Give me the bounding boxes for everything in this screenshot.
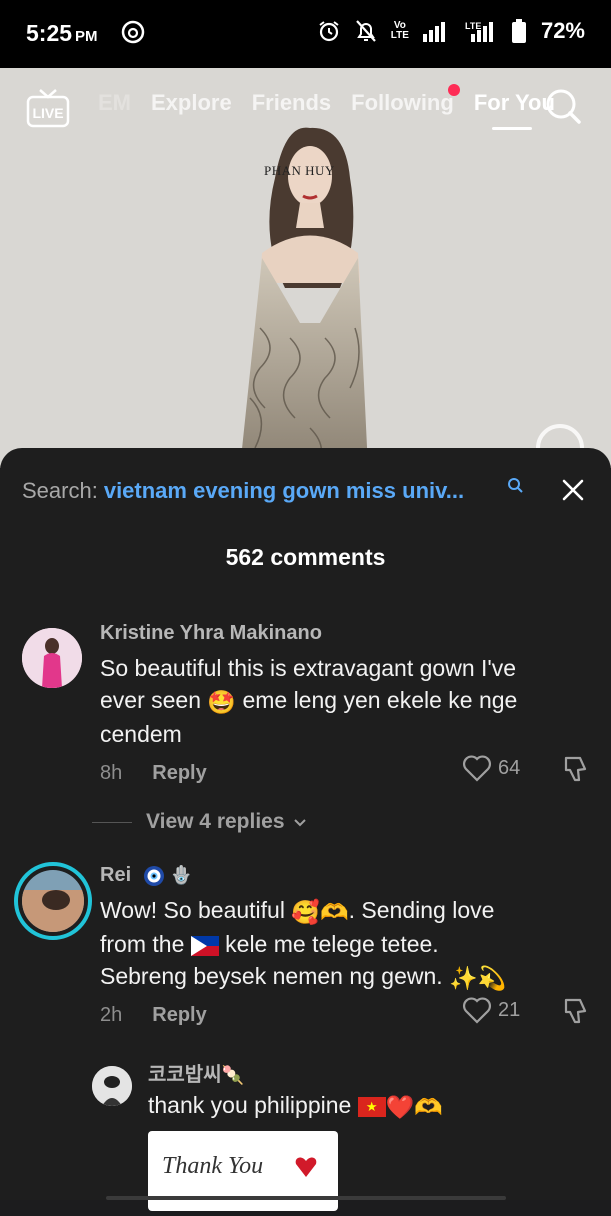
avatar-story-ring[interactable] <box>14 862 92 940</box>
comment-count: 562 comments <box>225 544 386 570</box>
volte-indicator: Vo LTE <box>390 20 409 41</box>
lte-signal-icon: LTE <box>465 21 493 42</box>
search-suggestion[interactable]: Search: vietnam evening gown miss univ... <box>22 478 464 504</box>
dislike-icon[interactable] <box>560 754 590 784</box>
divider <box>92 821 132 823</box>
avatar[interactable] <box>92 1066 132 1106</box>
threads-icon <box>121 20 145 44</box>
status-icons: Vo LTE LTE 72% <box>317 18 585 44</box>
alarm-icon <box>319 21 339 42</box>
feed-tabs: EM Explore Friends Following For You <box>98 84 555 130</box>
vietnam-flag-icon: ★ <box>357 1096 386 1117</box>
comment-meta: 2h Reply <box>100 1004 207 1027</box>
tab-explore[interactable]: Explore <box>151 90 232 116</box>
notification-dot <box>447 84 460 96</box>
comment-time: 8h <box>100 762 123 784</box>
view-replies-label: View 4 replies <box>146 810 285 833</box>
dizzy-emoji: 💫 <box>477 964 507 991</box>
like-button[interactable]: 64 <box>462 754 520 782</box>
dislike-icon[interactable] <box>560 996 590 1026</box>
view-replies-button[interactable]: View 4 replies <box>92 810 309 834</box>
home-indicator <box>106 1196 506 1200</box>
heart-icon <box>463 997 491 1024</box>
comment-text-line: So beautiful this is extravagant gown I'… <box>100 655 517 681</box>
thank-you-text: Thank You <box>162 1153 263 1179</box>
search-icon[interactable] <box>543 86 583 126</box>
comment-text-line: Wow! So beautiful 🥰🫶. Sending love <box>100 894 590 928</box>
reply-text: thank you philippine ★ ❤️🫶 <box>148 1089 443 1123</box>
comment-text-line: Sebreng beysek nemen ng gewn. ✨💫 <box>100 960 590 994</box>
avatar-image <box>22 628 82 688</box>
reply-username-label: 코코밥씨 <box>148 1064 222 1086</box>
like-button[interactable]: 21 <box>462 996 520 1024</box>
philippines-flag-icon <box>190 935 219 956</box>
comment-text-line: from the kele me telege tetee. <box>100 930 439 957</box>
reply-button[interactable]: Reply <box>152 1004 206 1026</box>
like-count: 64 <box>498 756 521 779</box>
svg-text:LIVE: LIVE <box>32 105 63 121</box>
comment-username[interactable]: Rei 🪬 <box>100 864 193 887</box>
search-query[interactable]: vietnam evening gown miss univ... <box>104 478 464 503</box>
bell-off-icon <box>355 20 376 42</box>
avatar-image <box>22 870 84 932</box>
reply-username[interactable]: 코코밥씨🍡 <box>148 1058 244 1087</box>
reply-button[interactable]: Reply <box>152 762 206 784</box>
tab-em[interactable]: EM <box>98 90 131 116</box>
battery-icon <box>511 19 526 43</box>
hamsa-icon: 🪬 <box>170 865 193 886</box>
avatar[interactable] <box>22 628 82 688</box>
sparkles-emoji: ✨ <box>449 964 478 991</box>
tab-friends[interactable]: Friends <box>252 90 331 116</box>
smiling-hearts-emoji: 🥰 <box>291 898 320 925</box>
battery-percent: 72% <box>540 18 585 43</box>
status-time: 5:25 PM <box>26 20 98 46</box>
signal-icon <box>422 22 445 42</box>
comment-username-label: Rei <box>100 864 132 886</box>
comment-username[interactable]: Kristine Yhra Makinano <box>100 622 322 645</box>
tab-following[interactable]: Following <box>351 84 460 116</box>
live-tv-icon: LIVE <box>26 89 70 128</box>
dango-emoji: 🍡 <box>221 1065 245 1086</box>
heart-hands-emoji: 🫶 <box>320 898 349 925</box>
comment-text-line: cendem <box>100 720 182 747</box>
star-struck-emoji: 🤩 <box>207 688 237 715</box>
svg-text:LTE: LTE <box>465 21 481 31</box>
live-button[interactable]: LIVE <box>26 88 70 128</box>
avatar-image <box>92 1066 132 1106</box>
search-label: Search: <box>22 478 98 503</box>
like-count: 21 <box>498 998 521 1021</box>
tab-following-label: Following <box>351 90 454 115</box>
brand-watermark: PHAN HUY <box>264 163 335 178</box>
evil-eye-icon <box>143 865 164 886</box>
comment-time: 2h <box>100 1004 123 1026</box>
top-navigation: LIVE EM Explore Friends Following For Yo… <box>0 80 611 150</box>
chevron-down-icon <box>293 819 306 827</box>
heart-icon <box>463 755 491 782</box>
red-heart-emoji: ❤️ <box>385 1093 415 1120</box>
comment-text: Wow! So beautiful 🥰🫶. Sending love from … <box>100 894 590 994</box>
comment-meta: 8h Reply <box>100 762 207 785</box>
heart-hands-emoji: 🫶 <box>414 1093 443 1120</box>
comment-text: So beautiful this is extravagant gown I'… <box>100 652 590 750</box>
comment-text-line: ever seen 🤩 eme leng yen ekele ke nge <box>100 684 590 718</box>
comments-sheet: Search: vietnam evening gown miss univ...… <box>0 448 611 1211</box>
close-icon[interactable] <box>561 478 585 502</box>
status-bar: 5:25 PM Vo LTE LTE 72% <box>0 0 611 68</box>
search-small-icon <box>508 478 523 493</box>
